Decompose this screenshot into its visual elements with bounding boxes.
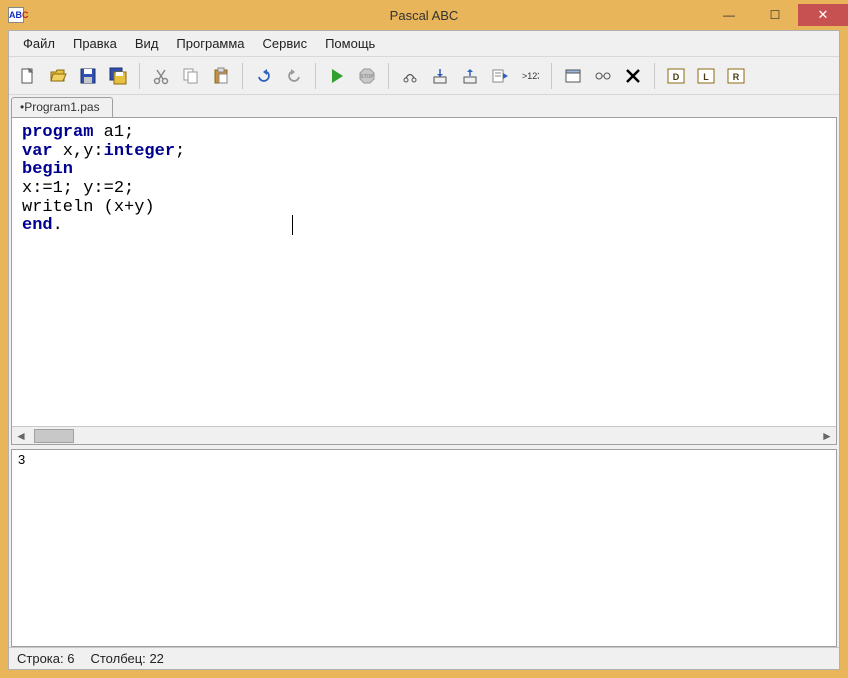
code-editor[interactable]: program a1; var x,y:integer; begin x:=1;…: [12, 118, 836, 426]
code-text: ;: [175, 142, 185, 161]
kw-end: end: [22, 216, 53, 235]
kw-var: var: [22, 142, 53, 161]
view-r-button[interactable]: R: [723, 63, 749, 89]
stop-button[interactable]: STOP: [354, 63, 380, 89]
code-text: x:=1; y:=2;: [22, 179, 134, 198]
redo-button[interactable]: [281, 63, 307, 89]
output-text: 3: [12, 450, 836, 469]
toolbar-separator: [654, 63, 655, 89]
svg-text:STOP: STOP: [360, 74, 374, 80]
step-out-button[interactable]: [457, 63, 483, 89]
scroll-thumb[interactable]: [34, 429, 74, 443]
scroll-right-icon[interactable]: ►: [818, 429, 836, 443]
menubar: Файл Правка Вид Программа Сервис Помощь: [9, 31, 839, 57]
toolbar-separator: [315, 63, 316, 89]
type-integer: integer: [104, 142, 175, 161]
evaluate-button[interactable]: >123: [517, 63, 543, 89]
view-l-button[interactable]: L: [693, 63, 719, 89]
tabbar: •Program1.pas: [9, 95, 839, 117]
step-into-button[interactable]: [427, 63, 453, 89]
toolbar: STOP >123 D L R: [9, 57, 839, 95]
status-line: Строка: 6: [17, 651, 74, 666]
svg-text:L: L: [703, 72, 709, 82]
step-over-button[interactable]: [397, 63, 423, 89]
output-panel: 3: [11, 449, 837, 647]
kw-program: program: [22, 123, 93, 142]
menu-view[interactable]: Вид: [127, 33, 167, 54]
delete-button[interactable]: [620, 63, 646, 89]
svg-text:R: R: [733, 72, 740, 82]
code-text: a1;: [93, 123, 134, 142]
titlebar: ABC Pascal ABC — ☐ ✕: [0, 0, 848, 30]
status-col-label: Столбец:: [90, 651, 145, 666]
toolbar-separator: [551, 63, 552, 89]
menu-file[interactable]: Файл: [15, 33, 63, 54]
scroll-left-icon[interactable]: ◄: [12, 429, 30, 443]
save-all-button[interactable]: [105, 63, 131, 89]
statusbar: Строка: 6 Столбец: 22: [9, 647, 839, 669]
minimize-button[interactable]: —: [706, 4, 752, 26]
run-button[interactable]: [324, 63, 350, 89]
open-file-button[interactable]: [45, 63, 71, 89]
horizontal-scrollbar[interactable]: ◄ ►: [12, 426, 836, 444]
code-text: writeln (x+y): [22, 198, 155, 217]
client-area: Файл Правка Вид Программа Сервис Помощь …: [8, 30, 840, 670]
cut-button[interactable]: [148, 63, 174, 89]
save-button[interactable]: [75, 63, 101, 89]
svg-text:>123: >123: [522, 71, 539, 81]
maximize-button[interactable]: ☐: [752, 4, 798, 26]
status-column: Столбец: 22: [90, 651, 163, 666]
tab-program1[interactable]: •Program1.pas: [11, 97, 113, 117]
status-line-value: 6: [67, 651, 74, 666]
svg-text:D: D: [673, 72, 680, 82]
close-button[interactable]: ✕: [798, 4, 848, 26]
code-text: .: [53, 216, 63, 235]
output-window-button[interactable]: [560, 63, 586, 89]
editor-panel: program a1; var x,y:integer; begin x:=1;…: [11, 117, 837, 445]
app-icon: ABC: [8, 7, 24, 23]
kw-begin: begin: [22, 160, 73, 179]
window: ABC Pascal ABC — ☐ ✕ Файл Правка Вид Про…: [0, 0, 848, 678]
run-to-cursor-button[interactable]: [487, 63, 513, 89]
menu-edit[interactable]: Правка: [65, 33, 125, 54]
toolbar-separator: [139, 63, 140, 89]
paste-button[interactable]: [208, 63, 234, 89]
status-line-label: Строка:: [17, 651, 64, 666]
undo-button[interactable]: [251, 63, 277, 89]
menu-service[interactable]: Сервис: [255, 33, 316, 54]
toolbar-separator: [388, 63, 389, 89]
menu-program[interactable]: Программа: [168, 33, 252, 54]
status-col-value: 22: [149, 651, 163, 666]
toolbar-separator: [242, 63, 243, 89]
code-text: x,y:: [53, 142, 104, 161]
window-buttons: — ☐ ✕: [706, 4, 848, 26]
view-d-button[interactable]: D: [663, 63, 689, 89]
menu-help[interactable]: Помощь: [317, 33, 383, 54]
copy-button[interactable]: [178, 63, 204, 89]
text-cursor: [292, 215, 293, 235]
watch-button[interactable]: [590, 63, 616, 89]
new-file-button[interactable]: [15, 63, 41, 89]
